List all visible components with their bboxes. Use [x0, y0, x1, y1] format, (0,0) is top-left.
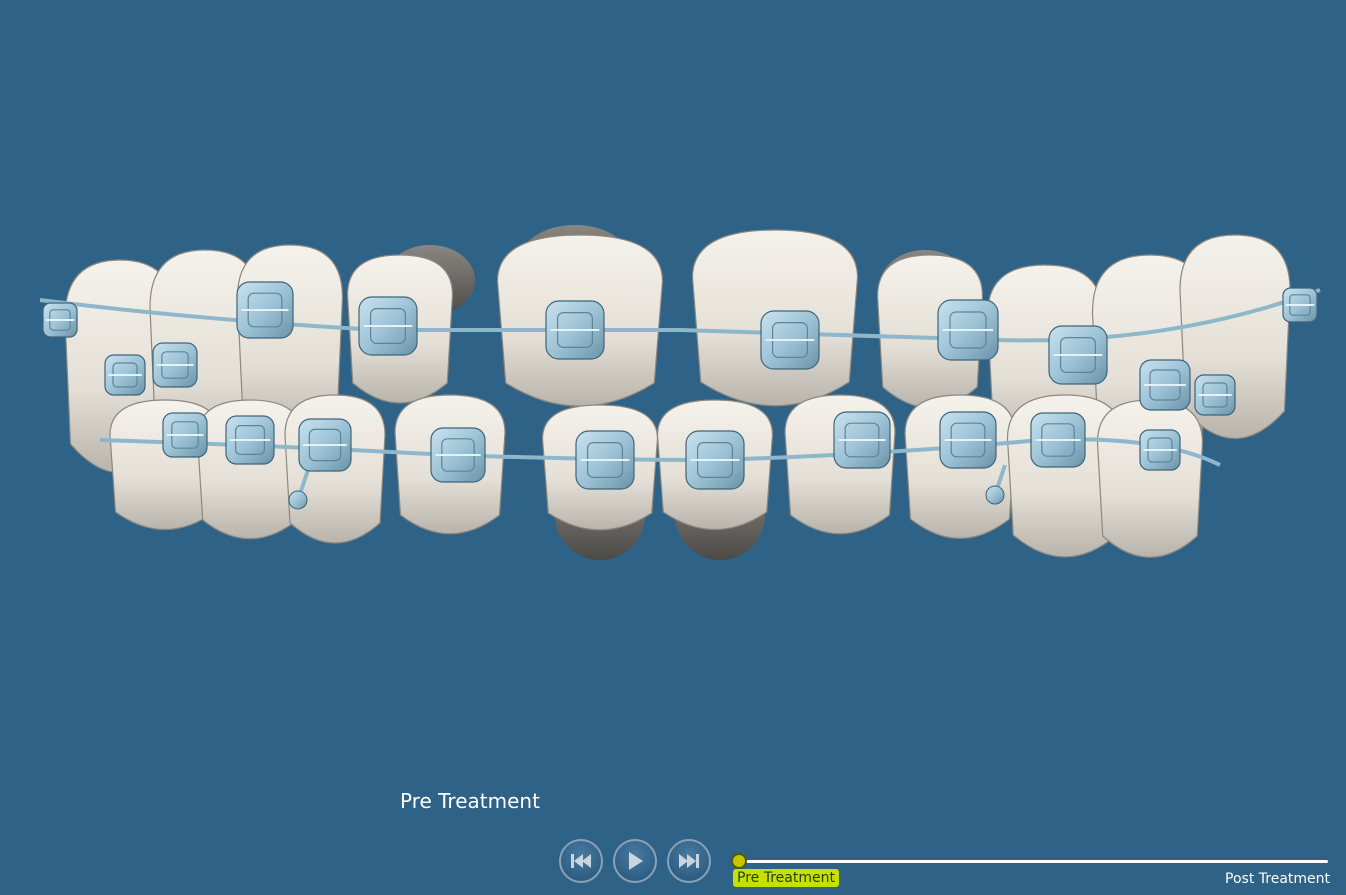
timeline-start-label: Pre Treatment	[733, 869, 839, 887]
treatment-timeline[interactable]: Pre Treatment Post Treatment	[730, 852, 1330, 892]
bracket	[937, 299, 999, 361]
elastic-hook-ball	[288, 490, 308, 510]
bracket	[760, 310, 820, 370]
skip-back-icon	[571, 854, 591, 868]
bracket	[1139, 429, 1181, 471]
skip-forward-icon	[679, 854, 699, 868]
bracket	[162, 412, 208, 458]
bracket	[298, 418, 352, 472]
bracket	[939, 411, 997, 469]
bracket	[225, 415, 275, 465]
play-icon	[629, 852, 643, 870]
timeline-end-label: Post Treatment	[1225, 871, 1330, 887]
bracket	[575, 430, 635, 490]
bracket	[1048, 325, 1108, 385]
bracket	[236, 281, 294, 339]
bracket	[42, 302, 78, 338]
bracket	[1030, 412, 1086, 468]
play-button[interactable]	[613, 839, 657, 883]
3d-model-viewport[interactable]	[0, 0, 1346, 780]
skip-back-button[interactable]	[559, 839, 603, 883]
bracket	[1194, 374, 1236, 416]
bracket	[430, 427, 486, 483]
timeline-thumb[interactable]	[731, 853, 747, 869]
bracket	[833, 411, 891, 469]
stage-label: Pre Treatment	[400, 789, 540, 813]
bracket	[152, 342, 198, 388]
skip-forward-button[interactable]	[667, 839, 711, 883]
bracket	[358, 296, 418, 356]
bracket	[1282, 287, 1318, 323]
dental-model-render	[39, 225, 1321, 560]
bracket	[104, 354, 146, 396]
bracket	[685, 430, 745, 490]
lower-tooth	[1096, 399, 1204, 558]
bracket	[1139, 359, 1191, 411]
bracket	[545, 300, 605, 360]
teeth-group	[64, 225, 1291, 560]
timeline-track[interactable]	[740, 860, 1328, 863]
elastic-hook-ball	[985, 485, 1005, 505]
